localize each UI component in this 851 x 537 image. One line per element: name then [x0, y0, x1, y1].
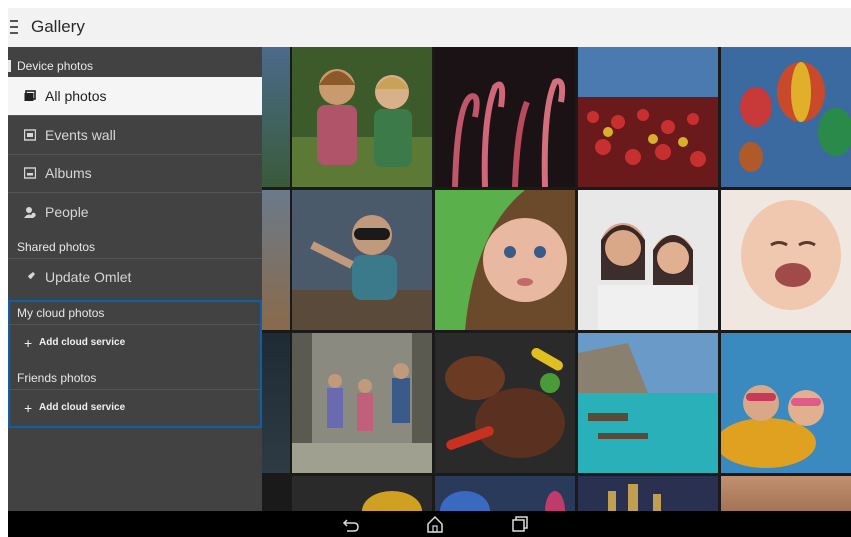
students-photo — [292, 333, 432, 473]
home-icon[interactable] — [425, 514, 445, 534]
balloons-photo — [721, 47, 851, 187]
nav-item-events-wall[interactable]: Events wall — [8, 116, 262, 154]
nav-item-all-photos[interactable]: All photos — [8, 77, 262, 115]
photo-tile[interactable] — [721, 47, 851, 187]
photo-tile[interactable] — [578, 190, 718, 330]
photo-tile[interactable] — [435, 190, 575, 330]
photo-tile[interactable] — [578, 476, 718, 511]
photo-tile[interactable] — [292, 333, 432, 473]
boy-goggles-photo — [292, 190, 432, 330]
albums-icon — [24, 167, 36, 179]
photo-tile[interactable] — [721, 476, 851, 511]
nav-item-update-omlet[interactable]: Update Omlet — [8, 258, 262, 296]
photo-tile[interactable] — [435, 476, 575, 511]
nav-item-people[interactable]: People — [8, 193, 262, 231]
plus-icon: + — [24, 335, 33, 351]
all-photos-icon — [24, 90, 36, 101]
add-friends-cloud-service-button[interactable]: + Add cloud service — [8, 390, 262, 426]
photo-tile[interactable] — [578, 47, 718, 187]
photo-tile[interactable] — [262, 333, 290, 473]
baby-towel-photo — [435, 190, 575, 330]
plus-icon: + — [24, 400, 33, 416]
photo-tile[interactable] — [721, 190, 851, 330]
people-icon — [24, 207, 36, 218]
navigation-drawer: Device photos All photos Events wall Alb… — [8, 47, 262, 511]
photo-tile[interactable] — [262, 190, 290, 330]
events-wall-icon — [24, 129, 36, 141]
menu-icon[interactable] — [10, 20, 18, 34]
back-icon[interactable] — [341, 514, 361, 534]
kids-photo — [292, 47, 432, 187]
app-bar: Gallery — [8, 8, 851, 47]
section-header-shared-photos: Shared photos — [17, 240, 96, 254]
flamingos-photo — [435, 47, 575, 187]
steak-photo — [435, 333, 575, 473]
recent-apps-icon[interactable] — [510, 514, 530, 534]
omlet-icon — [25, 272, 35, 282]
photo-tile[interactable] — [292, 190, 432, 330]
photo-tile[interactable] — [262, 47, 290, 187]
photo-tile[interactable] — [292, 47, 432, 187]
photo-tile[interactable] — [292, 476, 432, 511]
section-header-my-cloud-photos: My cloud photos — [17, 306, 105, 320]
app-title: Gallery — [31, 17, 85, 36]
beach-resort-photo — [578, 333, 718, 473]
photo-tile[interactable] — [578, 333, 718, 473]
nav-item-albums[interactable]: Albums — [8, 154, 262, 192]
photo-tile[interactable] — [435, 47, 575, 187]
add-cloud-service-button[interactable]: + Add cloud service — [8, 325, 262, 361]
section-header-device-photos: Device photos — [8, 56, 262, 76]
system-nav-bar — [8, 511, 851, 537]
kids-pool-photo — [721, 333, 851, 473]
girls-smiling-photo — [578, 190, 718, 330]
photo-grid[interactable] — [262, 47, 851, 511]
section-header-friends-photos: Friends photos — [17, 371, 97, 385]
baby-laughing-photo — [721, 190, 851, 330]
cloud-services-highlight: My cloud photos + Add cloud service Frie… — [8, 300, 262, 428]
photo-tile[interactable] — [435, 333, 575, 473]
tulips-photo — [578, 47, 718, 187]
photo-tile[interactable] — [721, 333, 851, 473]
